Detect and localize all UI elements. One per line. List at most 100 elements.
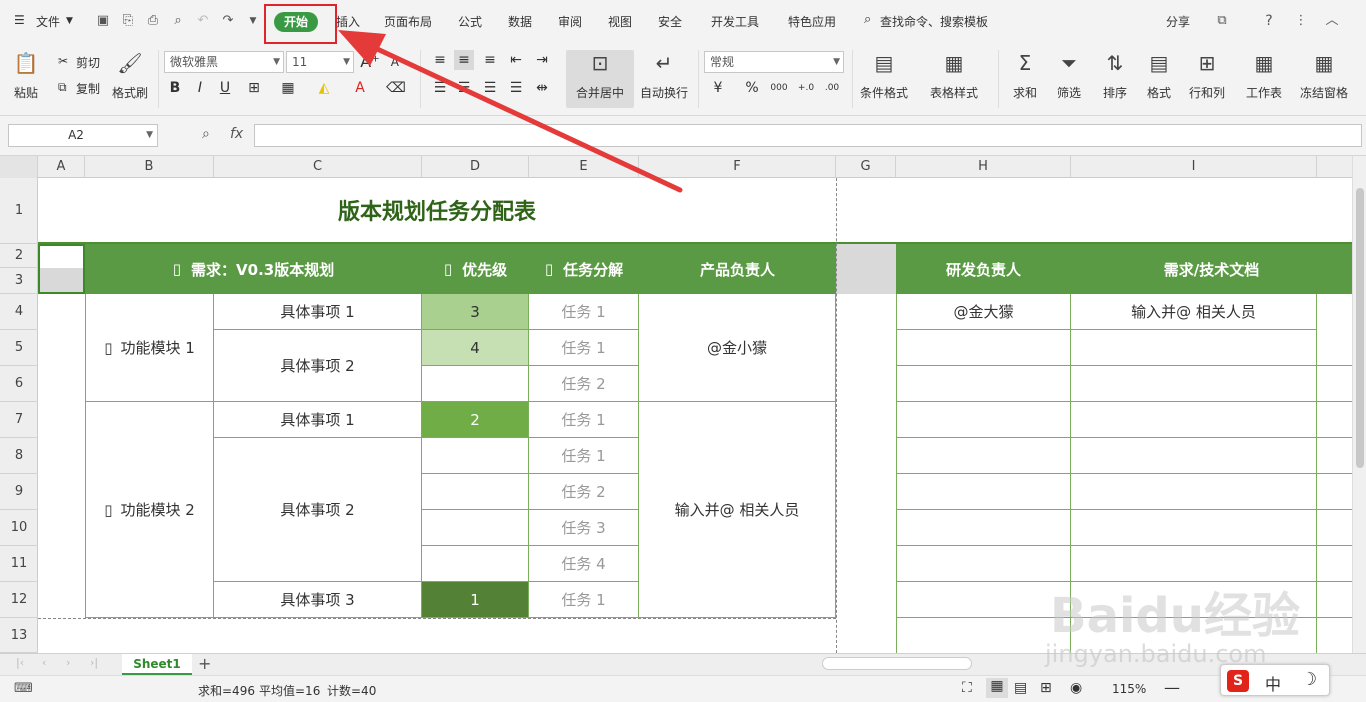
fill-style-icon[interactable]: ▦ bbox=[278, 78, 298, 98]
row-header-3[interactable]: 3 bbox=[0, 268, 38, 294]
indent-increase-icon[interactable]: ⇥ bbox=[532, 50, 552, 70]
share-button[interactable]: 分享 bbox=[1166, 13, 1190, 30]
row-header-12[interactable]: 12 bbox=[0, 582, 38, 618]
sheet-tab-sheet1[interactable]: Sheet1 bbox=[122, 654, 192, 675]
font-name-select[interactable]: 微软雅黑 ▼ bbox=[164, 51, 284, 73]
item-cell[interactable]: 具体事项 3 bbox=[214, 582, 422, 618]
row-header-11[interactable]: 11 bbox=[0, 546, 38, 582]
header-dev-owner[interactable]: 研发负责人 bbox=[896, 244, 1071, 294]
decrease-decimal-icon[interactable]: .00 bbox=[822, 78, 842, 98]
print-icon[interactable]: ⎙ bbox=[145, 13, 161, 29]
eraser-icon[interactable]: ⌫ bbox=[386, 78, 406, 98]
last-sheet-icon[interactable]: ›| bbox=[90, 656, 98, 669]
priority-cell[interactable]: 2 bbox=[422, 402, 529, 438]
prev-sheet-icon[interactable]: ‹ bbox=[42, 656, 46, 669]
tab-view[interactable]: 视图 bbox=[608, 13, 632, 30]
macro-icon[interactable]: ⌨ bbox=[14, 681, 33, 696]
fill-color-icon[interactable]: ◭ bbox=[314, 78, 334, 98]
help-icon[interactable]: ? bbox=[1261, 13, 1277, 29]
tab-review[interactable]: 审阅 bbox=[558, 13, 582, 30]
next-sheet-icon[interactable]: › bbox=[66, 656, 70, 669]
tab-data[interactable]: 数据 bbox=[508, 13, 532, 30]
freeze-panes-button[interactable]: ▦ 冻结窗格 bbox=[1298, 50, 1350, 108]
row-header-2[interactable]: 2 bbox=[0, 244, 38, 268]
zoom-out-icon[interactable]: — bbox=[1164, 678, 1180, 697]
row-header-9[interactable]: 9 bbox=[0, 474, 38, 510]
task-cell[interactable]: 任务 1 bbox=[529, 402, 639, 438]
priority-cell[interactable]: 4 bbox=[422, 330, 529, 366]
item-cell[interactable]: 具体事项 1 bbox=[214, 402, 422, 438]
window-icon[interactable]: ⧉ bbox=[1214, 13, 1230, 29]
row-header-7[interactable]: 7 bbox=[0, 402, 38, 438]
task-cell[interactable]: 任务 1 bbox=[529, 294, 639, 330]
item-cell[interactable]: 具体事项 2 bbox=[214, 330, 422, 402]
align-top-icon[interactable]: ≡ bbox=[430, 50, 450, 70]
row-header-5[interactable]: 5 bbox=[0, 330, 38, 366]
align-left-icon[interactable]: ☰ bbox=[430, 78, 450, 98]
border-icon[interactable]: ⊞ bbox=[244, 78, 264, 98]
hamburger-icon[interactable]: ☰ bbox=[14, 13, 25, 27]
add-sheet-icon[interactable]: + bbox=[198, 654, 211, 673]
align-center-icon[interactable]: ☰ bbox=[454, 78, 474, 98]
task-cell[interactable]: 任务 1 bbox=[529, 438, 639, 474]
col-header-c[interactable]: C bbox=[214, 156, 422, 178]
distribute-icon[interactable]: ⇹ bbox=[532, 78, 552, 98]
sogou-logo-icon[interactable]: S bbox=[1227, 670, 1249, 692]
chevron-down-icon[interactable]: ▼ bbox=[66, 16, 73, 26]
col-header-d[interactable]: D bbox=[422, 156, 529, 178]
owner-cell[interactable]: 输入并@ 相关人员 bbox=[639, 402, 836, 618]
first-sheet-icon[interactable]: |‹ bbox=[16, 656, 24, 669]
header-product-owner[interactable]: 产品负责人 bbox=[639, 244, 836, 294]
task-cell[interactable]: 任务 2 bbox=[529, 366, 639, 402]
sheet-title[interactable]: 版本规划任务分配表 bbox=[38, 178, 836, 244]
filter-button[interactable]: ⏷ 筛选 bbox=[1054, 50, 1084, 108]
increase-decimal-icon[interactable]: +.0 bbox=[796, 78, 816, 98]
task-cell[interactable]: 任务 3 bbox=[529, 510, 639, 546]
number-format-select[interactable]: 常规 ▼ bbox=[704, 51, 844, 73]
sheet-grid[interactable]: 版本规划任务分配表 ▯ 需求：V0.3版本规划 ▯ 优先级 ▯ 任务分解 产品负责人 … bbox=[38, 178, 1352, 653]
priority-cell[interactable] bbox=[422, 474, 529, 510]
fullscreen-icon[interactable]: ⛶ bbox=[962, 680, 972, 696]
header-docs[interactable]: 需求/技术文档 bbox=[1071, 244, 1352, 294]
formula-input[interactable] bbox=[254, 124, 1362, 147]
sort-button[interactable]: ⇅ 排序 bbox=[1100, 50, 1130, 108]
redo-icon[interactable]: ↷ bbox=[220, 13, 236, 29]
more-icon[interactable]: ⋮ bbox=[1293, 13, 1309, 29]
header-task[interactable]: ▯ 任务分解 bbox=[529, 244, 639, 294]
indent-decrease-icon[interactable]: ⇤ bbox=[506, 50, 526, 70]
zoom-level[interactable]: 115% bbox=[1112, 682, 1146, 696]
col-header-e[interactable]: E bbox=[529, 156, 639, 178]
tab-insert[interactable]: 插入 bbox=[336, 13, 360, 30]
format-painter-button[interactable]: 🖌 格式刷 bbox=[108, 50, 152, 108]
command-search[interactable]: 查找命令、搜索模板 bbox=[880, 13, 988, 30]
increase-font-icon[interactable]: A⁺ bbox=[360, 52, 380, 72]
header-requirement[interactable]: ▯ 需求：V0.3版本规划 bbox=[85, 244, 422, 294]
row-col-button[interactable]: ⊞ 行和列 bbox=[1188, 50, 1226, 108]
page-layout-icon[interactable]: ▤ bbox=[1014, 680, 1027, 696]
name-box[interactable]: A2 ▼ bbox=[8, 124, 158, 147]
row-header-8[interactable]: 8 bbox=[0, 438, 38, 474]
tab-home[interactable]: 开始 bbox=[274, 12, 318, 32]
horizontal-scroll-thumb[interactable] bbox=[822, 657, 972, 670]
paste-button[interactable]: 📋 粘贴 bbox=[8, 50, 44, 108]
currency-icon[interactable]: ¥ bbox=[708, 78, 728, 98]
italic-icon[interactable]: I bbox=[190, 78, 210, 98]
justify-icon[interactable]: ☰ bbox=[506, 78, 526, 98]
decrease-font-icon[interactable]: A⁻ bbox=[388, 52, 408, 72]
scissors-icon[interactable]: ✂ bbox=[58, 54, 68, 68]
format-button[interactable]: ▤ 格式 bbox=[1144, 50, 1174, 108]
module-cell[interactable]: ▯ 功能模块 1 bbox=[85, 294, 214, 402]
row-header-10[interactable]: 10 bbox=[0, 510, 38, 546]
print-preview-icon[interactable]: ⌕ bbox=[170, 13, 186, 29]
tab-formulas[interactable]: 公式 bbox=[458, 13, 482, 30]
tab-page-layout[interactable]: 页面布局 bbox=[384, 13, 432, 30]
table-style-button[interactable]: ▦ 表格样式 bbox=[926, 50, 982, 108]
col-header-g[interactable]: G bbox=[836, 156, 896, 178]
row-header-4[interactable]: 4 bbox=[0, 294, 38, 330]
zoom-search-icon[interactable]: ⌕ bbox=[202, 126, 210, 142]
search-icon[interactable]: ⌕ bbox=[864, 12, 871, 27]
task-cell[interactable]: 任务 2 bbox=[529, 474, 639, 510]
file-menu[interactable]: 文件 bbox=[36, 13, 60, 30]
row-header-6[interactable]: 6 bbox=[0, 366, 38, 402]
export-icon[interactable]: ⎘ bbox=[120, 13, 136, 29]
